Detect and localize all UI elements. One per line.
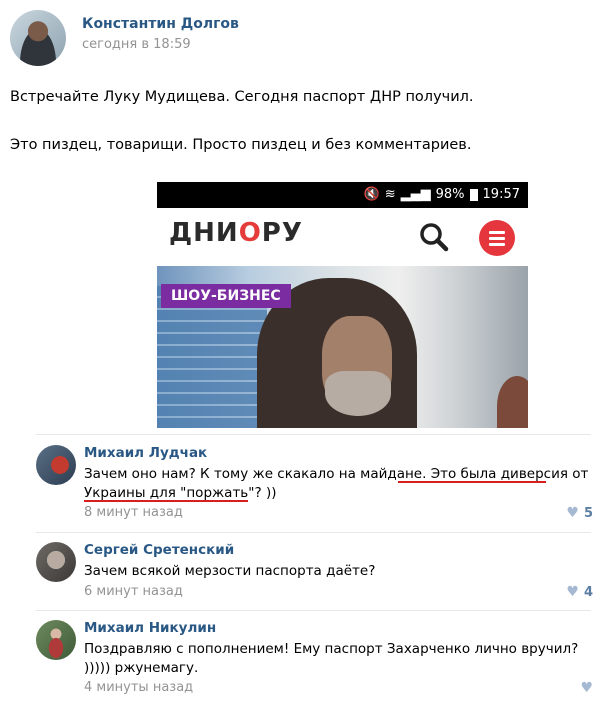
avatar[interactable] [36,542,76,582]
avatar[interactable] [36,445,76,485]
red-underline [398,481,546,483]
post-author-link[interactable]: Константин Долгов [82,16,239,32]
signal-icon: ▂▄▆ [400,187,431,202]
comment-text: Зачем оно нам? К тому же скакало на майд… [84,466,589,501]
site-header: ДНИОРУ [157,208,528,266]
comment: Михаил Лудчак Зачем оно нам? К тому же с… [36,445,601,525]
wifi-icon: ≋ [384,187,396,202]
menu-icon [479,220,515,256]
like-count: 5 [583,505,593,521]
post-text-line: Встречайте Луку Мудищева. Сегодня паспор… [10,89,474,105]
battery-icon [469,188,478,201]
like-button[interactable]: ♥ 5 [566,505,593,521]
like-count: 4 [583,584,593,600]
divider [36,434,591,435]
search-icon [420,223,449,252]
post-timestamp[interactable]: сегодня в 18:59 [82,37,191,52]
category-tag: ШОУ-БИЗНЕС [161,284,291,308]
comment-timestamp[interactable]: 6 минут назад [84,584,183,599]
heart-icon: ♥ [566,505,579,521]
like-button[interactable]: ♥ 4 [566,584,593,600]
comment-text: Зачем всякой мерзости паспорта даёте? [84,563,376,579]
like-button[interactable]: ♥ [580,680,593,696]
comment-author-link[interactable]: Сергей Сретенский [84,542,234,558]
heart-icon: ♥ [566,584,579,600]
comment-timestamp[interactable]: 4 минуты назад [84,680,193,695]
heart-icon: ♥ [580,680,593,696]
comment-author-link[interactable]: Михаил Лудчак [84,445,207,461]
site-logo: ДНИОРУ [169,218,303,248]
underlined-text: Украины для "поржать"? [84,485,262,501]
divider [36,532,591,533]
comment-timestamp[interactable]: 8 минут назад [84,505,183,520]
divider [36,610,591,611]
status-time: 19:57 [482,187,520,202]
underlined-text: Это была диверсия от [430,466,589,482]
avatar[interactable] [10,10,66,66]
avatar[interactable] [36,620,76,660]
post-header: Константин Долгов сегодня в 18:59 [10,10,600,66]
article-photo: ШОУ-БИЗНЕС [157,266,528,428]
battery-percent: 98% [435,187,465,202]
phone-status-bar: 🔇 ≋ ▂▄▆ 98% 19:57 [157,182,528,208]
comment: Сергей Сретенский Зачем всякой мерзости … [36,542,601,602]
post-text-line: Это пиздец, товарищи. Просто пиздец и бе… [10,137,472,153]
attached-screenshot[interactable]: 🔇 ≋ ▂▄▆ 98% 19:57 ДНИОРУ ШОУ-БИЗНЕС [157,182,528,428]
comment-text: Поздравляю с пополнением! Ему паспорт За… [84,641,579,676]
comment: Михаил Никулин Поздравляю с пополнением!… [36,620,601,700]
comment-author-link[interactable]: Михаил Никулин [84,620,216,636]
red-underline [84,500,248,502]
mute-icon: 🔇 [363,187,380,202]
